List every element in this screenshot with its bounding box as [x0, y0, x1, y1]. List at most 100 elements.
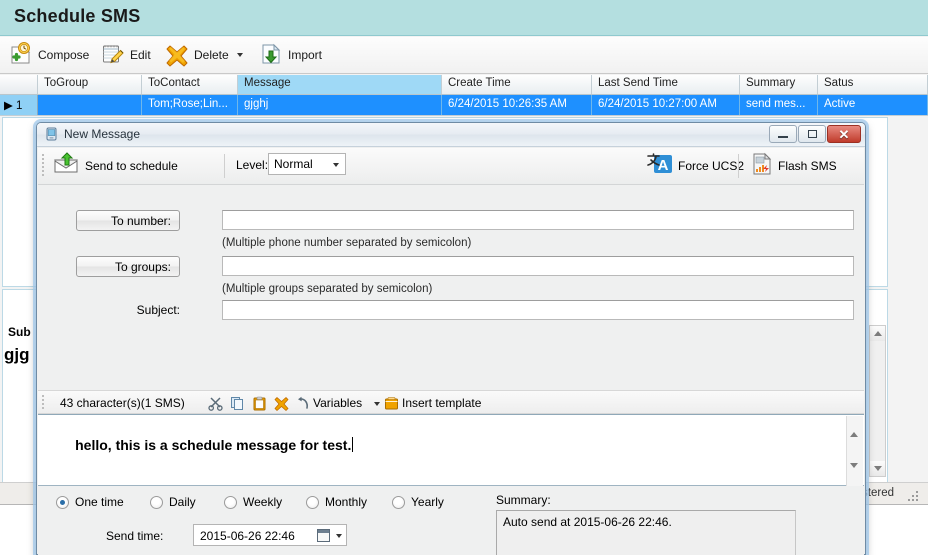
level-label: Level:	[236, 158, 269, 172]
radio-one-time[interactable]: One time	[56, 495, 124, 509]
to-number-button[interactable]: To number:	[76, 210, 180, 231]
flash-sms-button[interactable]: Flash SMS	[750, 151, 837, 180]
arrow-down-icon	[850, 463, 858, 482]
template-icon[interactable]	[382, 394, 400, 412]
radio-monthly[interactable]: Monthly	[306, 495, 367, 509]
main-toolbar: Compose Edit Delete Import	[0, 37, 928, 74]
insert-template-button[interactable]: Insert template	[402, 396, 481, 410]
force-ucs2-button[interactable]: A Force UCS2	[646, 151, 744, 180]
grid-col-message[interactable]: Message	[238, 75, 442, 94]
editor-toolbar: 43 character(s)(1 SMS) Variables Insert …	[38, 390, 864, 414]
radio-yearly[interactable]: Yearly	[392, 495, 444, 509]
send-envelope-icon	[52, 151, 80, 181]
radio-monthly-label: Monthly	[325, 495, 368, 509]
minimize-button[interactable]	[769, 125, 797, 143]
subject-label: Subject:	[136, 303, 180, 317]
grid-col-last-send-time[interactable]: Last Send Time	[592, 75, 740, 94]
grid-col-summary[interactable]: Summary	[740, 75, 818, 94]
to-groups-button[interactable]: To groups:	[76, 256, 180, 277]
message-body-text: hello, this is a schedule message for te…	[75, 437, 352, 453]
schedule-section: One time Daily Weekly Monthly Yearly Sen…	[38, 487, 864, 555]
toolbar-separator	[224, 154, 225, 178]
toolbar-grip-icon[interactable]	[42, 154, 45, 178]
editor-scrollbar[interactable]	[846, 416, 863, 486]
detail-scrollbar[interactable]	[869, 325, 886, 477]
grid-col-create-time[interactable]: Create Time	[442, 75, 592, 94]
radio-one-time-label: One time	[75, 495, 124, 509]
toolbar-separator-2	[738, 154, 739, 178]
radio-daily-label: Daily	[169, 495, 196, 509]
radio-yearly-label: Yearly	[411, 495, 444, 509]
scroll-up-button[interactable]	[850, 418, 858, 437]
send-time-value: 2015-06-26 22:46	[200, 529, 295, 543]
message-body-editor[interactable]: hello, this is a schedule message for te…	[38, 414, 864, 486]
dialog-toolbar: Send to schedule Level: Normal A Force U…	[38, 148, 864, 185]
import-button[interactable]: Import	[258, 40, 322, 70]
maximize-icon	[807, 130, 817, 138]
send-to-schedule-button[interactable]: Send to schedule	[52, 151, 178, 181]
radio-indicator	[224, 495, 237, 509]
radio-weekly-label: Weekly	[243, 495, 283, 509]
radio-weekly[interactable]: Weekly	[224, 495, 282, 509]
edit-icon	[100, 41, 126, 70]
subject-input[interactable]	[222, 300, 854, 320]
chevron-down-icon[interactable]	[374, 402, 380, 406]
variables-menu[interactable]: Variables	[313, 396, 362, 410]
undo-icon[interactable]	[294, 394, 312, 412]
flash-sms-icon	[750, 151, 774, 180]
close-icon: ✕	[838, 126, 850, 142]
maximize-button[interactable]	[798, 125, 826, 143]
send-time-label: Send time:	[106, 529, 164, 543]
arrow-down-icon	[873, 466, 882, 471]
ucs2-icon: A	[646, 151, 674, 180]
scroll-down-button[interactable]	[850, 463, 858, 482]
text-caret	[352, 437, 354, 452]
table-row[interactable]: ▶ 1 Tom;Rose;Lin... gjghj 6/24/2015 10:2…	[0, 95, 928, 116]
chevron-down-icon[interactable]	[336, 534, 342, 538]
dialog-titlebar[interactable]: New Message ✕	[37, 123, 865, 147]
cut-icon[interactable]	[206, 394, 224, 412]
compose-button[interactable]: Compose	[8, 40, 89, 70]
minimize-icon	[778, 136, 788, 138]
main-window-titlebar: Schedule SMS	[0, 0, 928, 36]
grid-col-togroup[interactable]: ToGroup	[38, 75, 142, 94]
delete-label: Delete	[194, 48, 229, 62]
radio-indicator	[392, 495, 405, 509]
edit-label: Edit	[130, 48, 151, 62]
compose-icon	[8, 41, 34, 70]
grid-col-status[interactable]: Satus	[818, 75, 928, 94]
scroll-up-button[interactable]	[870, 326, 885, 341]
delete-button[interactable]: Delete	[164, 40, 243, 70]
page-title: Schedule SMS	[14, 6, 141, 26]
row-togroup	[38, 95, 142, 115]
row-create-time: 6/24/2015 10:26:35 AM	[442, 95, 592, 115]
delete-icon[interactable]	[272, 394, 290, 412]
paste-icon[interactable]	[250, 394, 268, 412]
grid-col-indicator[interactable]	[0, 75, 38, 94]
send-time-picker[interactable]: 2015-06-26 22:46	[193, 524, 347, 546]
level-select[interactable]: Normal	[268, 153, 346, 175]
delete-icon	[164, 41, 190, 70]
character-count: 43 character(s)(1 SMS)	[60, 396, 185, 410]
edit-button[interactable]: Edit	[100, 40, 151, 70]
import-icon	[258, 41, 284, 70]
to-groups-hint: (Multiple groups separated by semicolon)	[222, 283, 433, 295]
close-button[interactable]: ✕	[827, 125, 861, 143]
scroll-down-button[interactable]	[870, 461, 885, 476]
radio-daily[interactable]: Daily	[150, 495, 196, 509]
radio-indicator	[56, 495, 69, 509]
import-label: Import	[288, 48, 323, 62]
to-number-input[interactable]	[222, 210, 854, 230]
schedule-grid: ToGroup ToContact Message Create Time La…	[0, 75, 928, 116]
flash-sms-label: Flash SMS	[778, 158, 837, 173]
to-groups-input[interactable]	[222, 256, 854, 276]
grid-col-tocontact[interactable]: ToContact	[142, 75, 238, 94]
detail-subject-label: Sub	[8, 325, 31, 339]
dialog-title: New Message	[64, 127, 141, 141]
new-message-dialog: New Message ✕ Send to schedule Level: No…	[36, 122, 866, 555]
send-to-schedule-label: Send to schedule	[85, 159, 178, 173]
resize-grip-icon[interactable]	[908, 491, 920, 501]
copy-icon[interactable]	[228, 394, 246, 412]
calendar-icon[interactable]	[317, 529, 330, 542]
chevron-down-icon[interactable]	[236, 53, 243, 57]
